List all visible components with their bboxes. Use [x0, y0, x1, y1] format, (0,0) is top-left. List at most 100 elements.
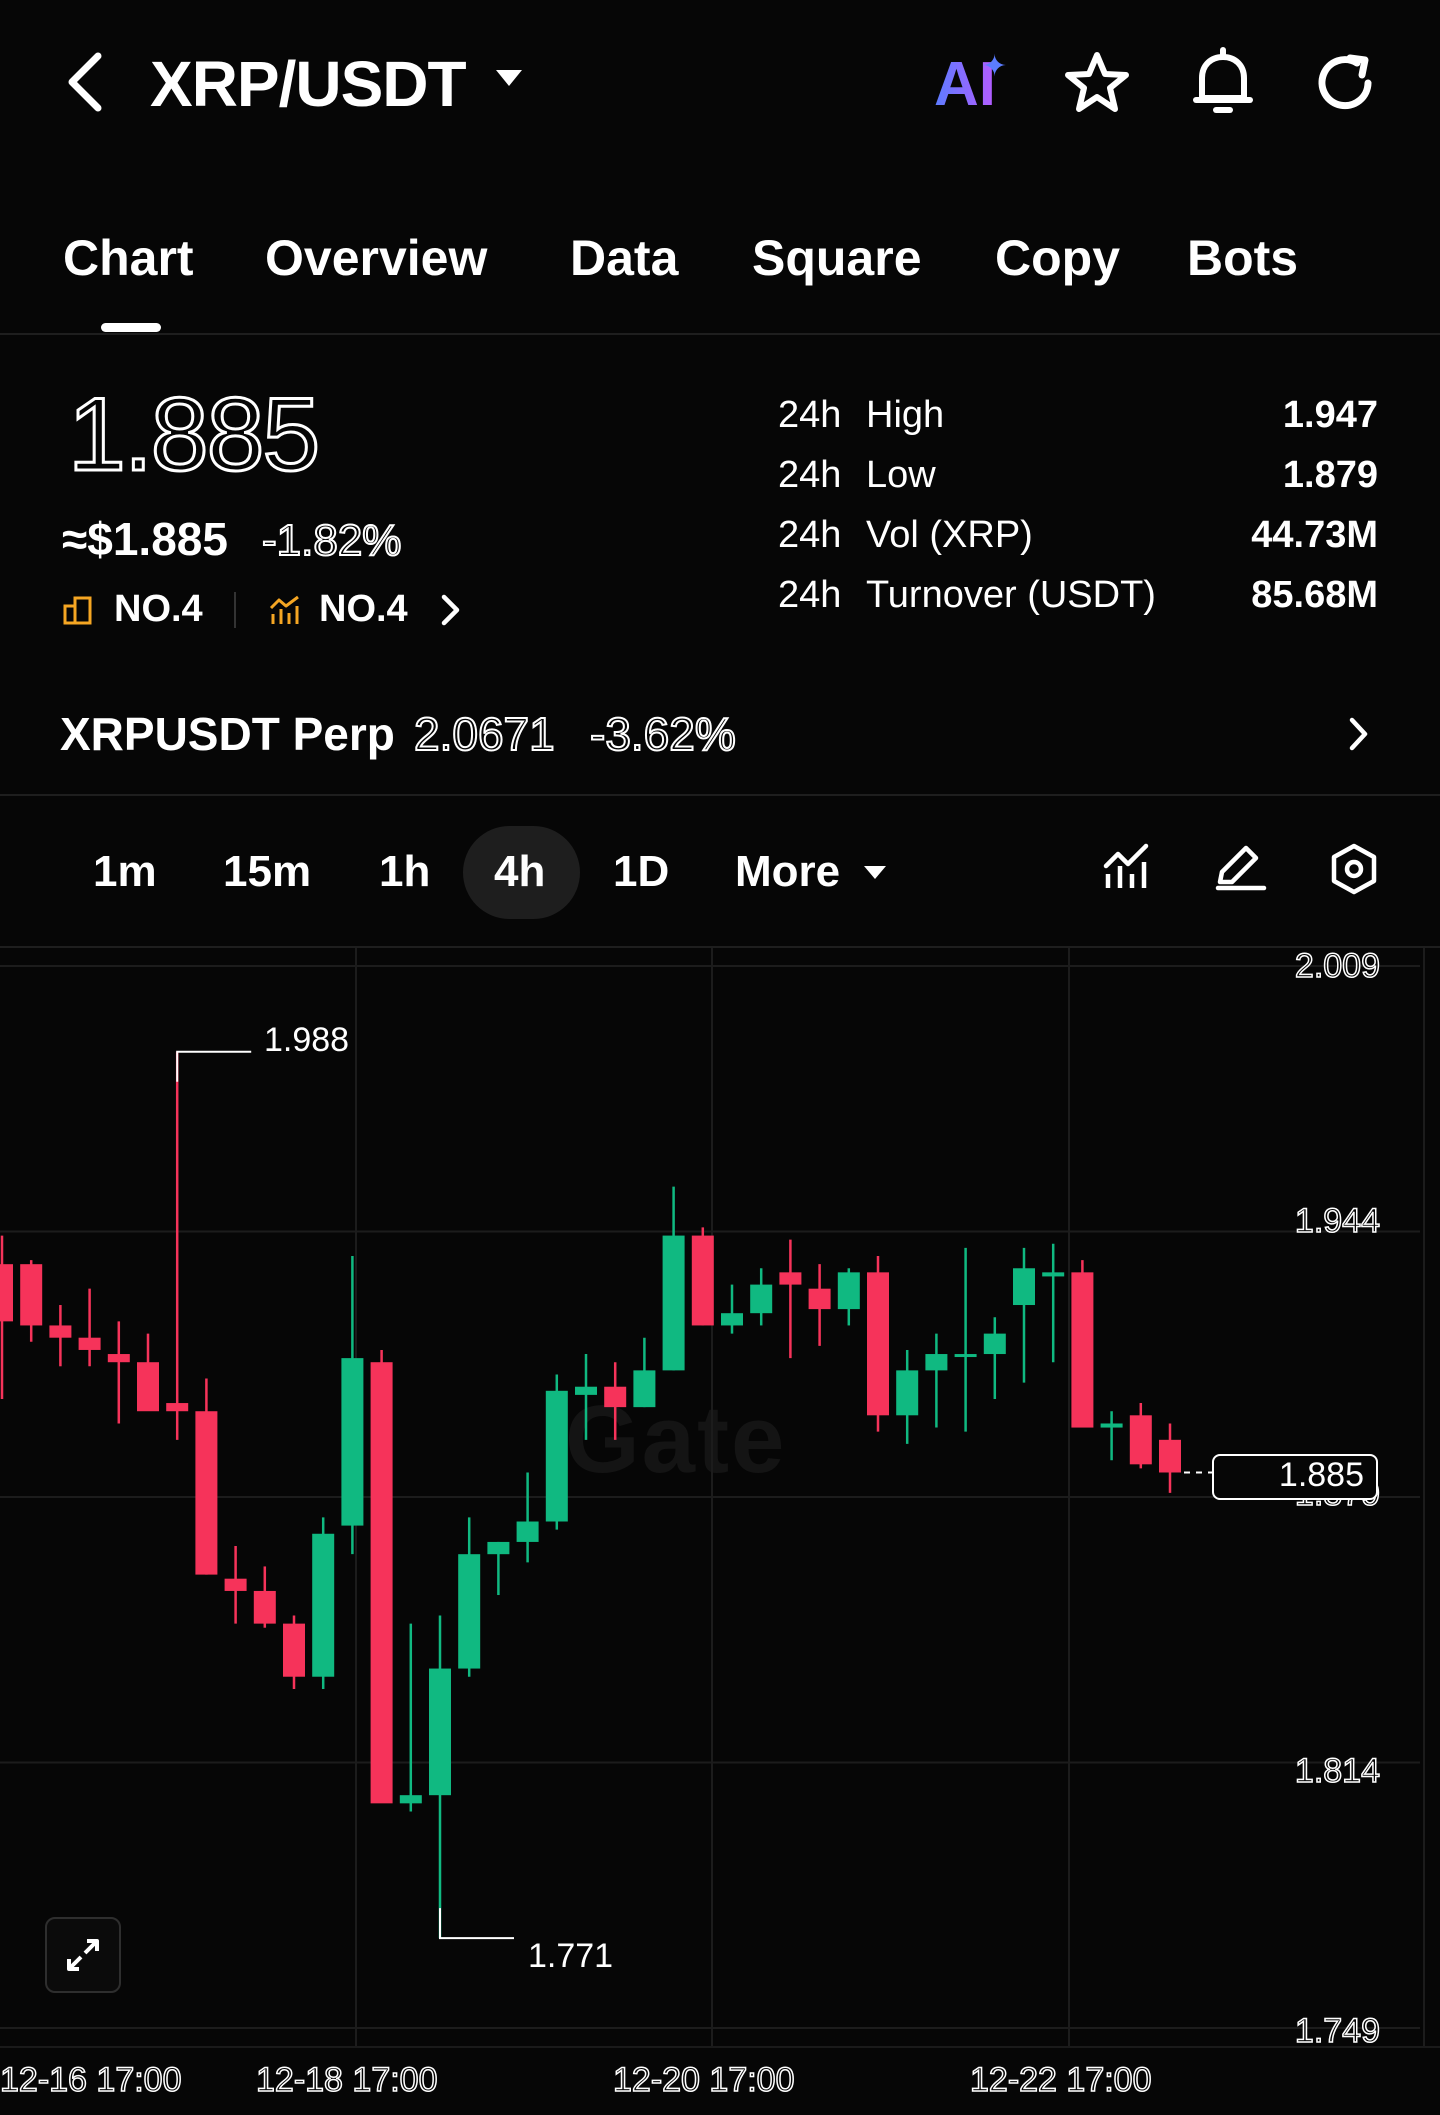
candle-body	[983, 1333, 1006, 1355]
x-tick-label: 12-22 17:00	[969, 2060, 1152, 2100]
active-tab-indicator	[101, 323, 161, 332]
favorite-star-icon[interactable]	[1062, 48, 1132, 118]
more-dropdown-icon[interactable]	[864, 866, 886, 879]
candle-body	[487, 1541, 510, 1555]
interval-1h[interactable]: 1h	[379, 844, 430, 900]
candle-body	[137, 1362, 159, 1412]
ai-sparkle-icon: ✦	[982, 50, 1008, 83]
tab-bots[interactable]: Bots	[1187, 228, 1298, 288]
refresh-icon[interactable]	[1310, 48, 1380, 118]
candle-body	[516, 1521, 539, 1542]
chart-bottom-divider	[0, 2046, 1440, 2048]
pair-title[interactable]: XRP/USDT	[150, 44, 467, 124]
x-tick-label: 12-18 17:00	[255, 2060, 438, 2100]
candle-body	[341, 1358, 364, 1526]
y-tick-label: 1.749	[1294, 2011, 1381, 2051]
candle-body	[370, 1362, 393, 1804]
interval-more[interactable]: More	[735, 844, 840, 900]
candle-body	[925, 1354, 948, 1371]
candle-body	[604, 1386, 627, 1408]
interval-1d[interactable]: 1D	[613, 844, 669, 900]
y-tick-label: 1.944	[1294, 1201, 1381, 1241]
candle-body	[779, 1272, 802, 1285]
candle-body	[429, 1668, 451, 1796]
last-price-marker-label: 1.885	[1278, 1456, 1364, 1494]
stat-period: 24h	[778, 514, 842, 556]
interval-4h[interactable]: 4h	[494, 844, 545, 900]
perp-name[interactable]: XRPUSDT Perp	[60, 706, 395, 762]
stat-label: High	[866, 394, 945, 436]
candle-body	[954, 1354, 977, 1358]
candle-body	[1042, 1272, 1065, 1277]
x-tick-label: 12-20 17:00	[612, 2060, 795, 2100]
price-alert-bell-icon[interactable]	[1188, 46, 1258, 118]
y-tick-label: 1.814	[1294, 1751, 1381, 1791]
tab-copy[interactable]: Copy	[995, 228, 1120, 288]
tabs-divider	[0, 333, 1440, 335]
high-callout-line	[176, 1050, 252, 1082]
candle-body	[399, 1795, 422, 1804]
candle-body	[458, 1554, 481, 1669]
expand-arrows-icon	[67, 1939, 99, 1971]
volume-rank-icon	[269, 595, 299, 624]
candle-body	[195, 1411, 218, 1575]
candle-body	[0, 1264, 13, 1322]
fullscreen-button[interactable]	[45, 1917, 121, 1993]
candle-body	[721, 1313, 743, 1326]
market-cap-rank-icon	[63, 596, 92, 625]
usd-price: ≈$1.885	[62, 513, 228, 565]
candle-body	[1159, 1439, 1181, 1473]
candle-body	[312, 1533, 335, 1677]
perp-change-percent: -3.62%	[589, 707, 737, 761]
candle-body	[837, 1272, 860, 1310]
perp-divider	[0, 794, 1440, 796]
draw-pencil-icon[interactable]	[1214, 842, 1268, 892]
candle-body	[1013, 1268, 1035, 1306]
tab-square[interactable]: Square	[752, 228, 922, 288]
back-icon[interactable]	[60, 50, 110, 114]
candle-body	[691, 1235, 714, 1326]
market-cap-rank[interactable]: NO.4	[114, 586, 203, 632]
stat-value-low: 1.879	[1282, 454, 1378, 496]
perp-chevron-right-icon[interactable]	[1344, 714, 1372, 754]
tab-overview[interactable]: Overview	[265, 228, 487, 288]
price-change-percent: -1.82%	[261, 515, 402, 566]
candle-body	[750, 1284, 773, 1314]
pair-dropdown-icon[interactable]	[496, 70, 522, 86]
stat-label: Vol (XRP)	[866, 514, 1033, 556]
candle-body	[224, 1578, 247, 1591]
candle-body	[662, 1235, 685, 1371]
candle-body	[78, 1337, 101, 1350]
stat-period: 24h	[778, 454, 842, 496]
x-tick-label: 12-16 17:00	[0, 2060, 182, 2100]
indicators-icon[interactable]	[1102, 842, 1152, 892]
candle-body	[575, 1386, 597, 1395]
perp-price: 2.0671	[413, 707, 556, 761]
chart-settings-icon[interactable]	[1328, 842, 1380, 896]
candle-body	[1071, 1272, 1094, 1428]
last-price: 1.885	[66, 377, 321, 493]
interval-15m[interactable]: 15m	[223, 844, 311, 900]
candle-body	[1100, 1423, 1123, 1428]
candle-body	[166, 1403, 189, 1412]
candle-body	[253, 1590, 276, 1624]
chevron-right-icon[interactable]	[436, 592, 464, 628]
rank-separator	[234, 592, 236, 628]
y-tick-label: 2.009	[1294, 946, 1381, 986]
candle-body	[545, 1390, 568, 1522]
tab-data[interactable]: Data	[570, 228, 678, 288]
candle-body	[867, 1272, 889, 1416]
stat-label: Low	[866, 454, 936, 496]
stat-value-turnover: 85.68M	[1251, 574, 1378, 616]
candle-body	[896, 1370, 919, 1416]
candle-body	[20, 1264, 43, 1326]
candle-body	[107, 1354, 130, 1363]
candle-body	[808, 1288, 831, 1310]
tab-chart[interactable]: Chart	[63, 228, 194, 288]
low-callout-line	[439, 1908, 514, 1940]
high-price-callout: 1.988	[264, 1021, 350, 1059]
interval-1m[interactable]: 1m	[93, 844, 157, 900]
candle-body	[633, 1370, 656, 1408]
candle-body	[49, 1325, 72, 1338]
volume-rank[interactable]: NO.4	[319, 586, 408, 632]
